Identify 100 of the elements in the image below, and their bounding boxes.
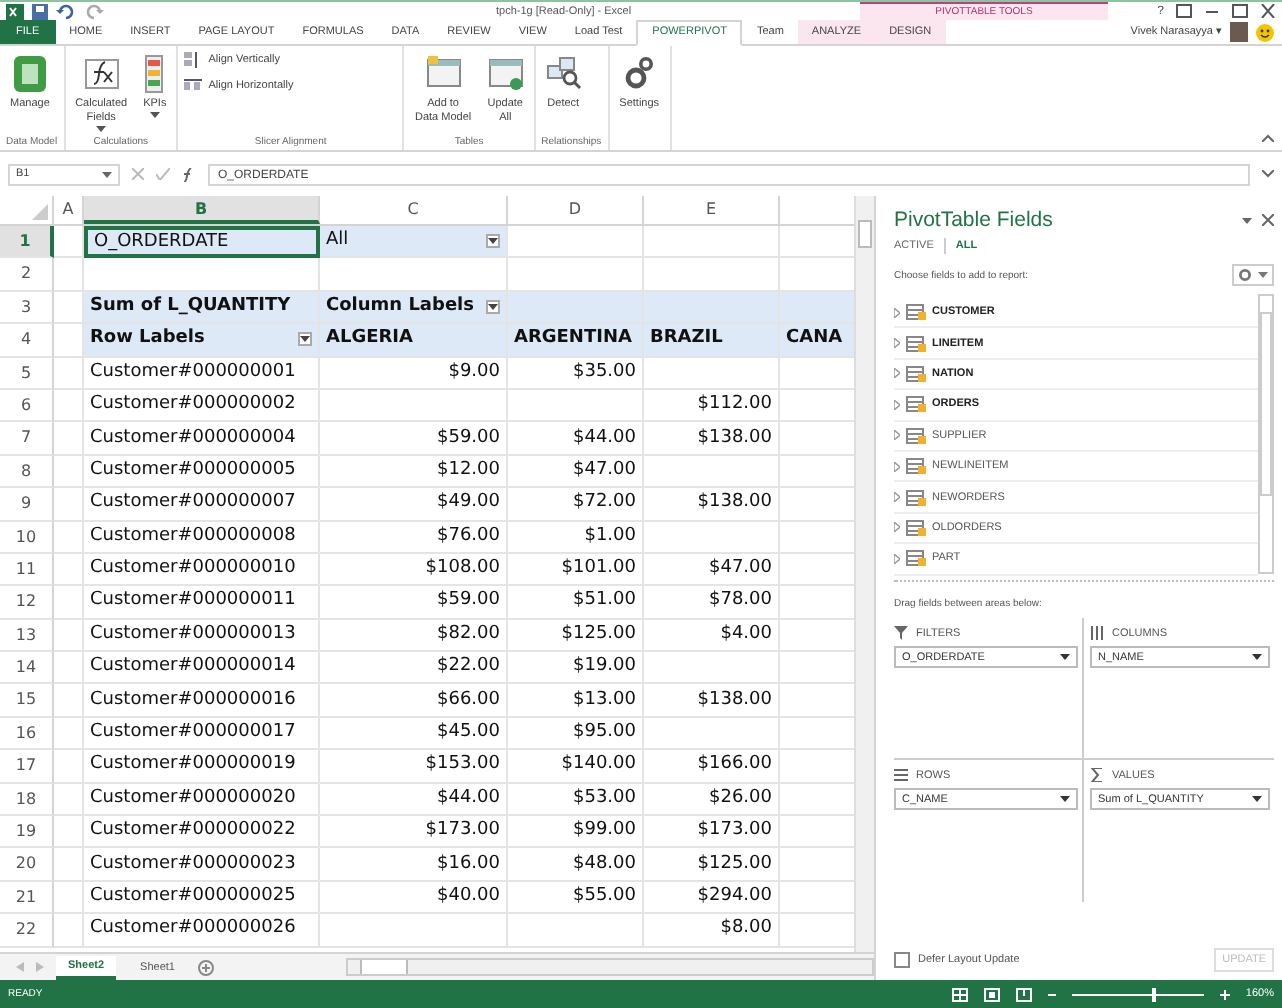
table-cell: $108.00 [320, 553, 508, 587]
tools-button[interactable] [1232, 264, 1274, 286]
row-header[interactable]: 16 [0, 717, 54, 751]
caret-icon [1060, 654, 1070, 660]
column-header[interactable]: D [508, 196, 644, 224]
table-cell: $125.00 [508, 619, 644, 653]
page-layout-icon[interactable] [983, 987, 1000, 1001]
table-cell: Customer#000000008 [84, 521, 320, 554]
empty-cell [644, 226, 780, 259]
row-header[interactable]: 14 [0, 652, 54, 685]
empty-cell [54, 881, 84, 915]
row-header[interactable]: 13 [0, 619, 54, 653]
row-header[interactable]: 15 [0, 684, 54, 718]
empty-cell [54, 488, 84, 522]
table-cell: $1.00 [508, 521, 644, 554]
close-icon[interactable] [1260, 4, 1276, 18]
collapse-ribbon-icon[interactable] [1262, 134, 1274, 142]
normal-view-icon[interactable] [951, 987, 968, 1001]
table-cell: $51.00 [508, 586, 644, 620]
expand-arrow-icon [894, 430, 900, 441]
gear-icon [1238, 268, 1252, 282]
column-header[interactable]: C [320, 196, 508, 224]
column-header[interactable]: E [644, 196, 780, 224]
save-icon[interactable] [32, 3, 48, 19]
table-cell: $44.00 [320, 783, 508, 817]
column-header[interactable]: B [84, 196, 320, 224]
table-cell: Customer#000000001 [84, 357, 320, 390]
undo-icon[interactable] [56, 3, 76, 19]
caret-icon[interactable] [1242, 217, 1252, 223]
table-cell: $19.00 [508, 652, 644, 685]
table-refresh-icon [487, 54, 524, 94]
row-header[interactable]: 22 [0, 914, 54, 948]
zoom-in-icon[interactable] [1219, 989, 1230, 999]
row-header[interactable]: 8 [0, 455, 54, 489]
table-cell: $66.00 [320, 684, 508, 718]
row-header[interactable]: 1 [0, 226, 54, 259]
table-cell: $47.00 [644, 553, 780, 587]
insert-function-button[interactable] [182, 167, 196, 181]
row-header[interactable]: 5 [0, 357, 54, 390]
slider-thumb[interactable] [1151, 987, 1156, 1001]
checkbox[interactable] [894, 952, 910, 968]
table-cell: Customer#000000020 [84, 783, 320, 817]
smiley-icon[interactable] [1256, 23, 1274, 41]
maximize-icon[interactable] [1232, 4, 1248, 18]
page-break-icon[interactable] [1015, 987, 1032, 1001]
row-header[interactable]: 19 [0, 816, 54, 849]
table-cell: Customer#000000016 [84, 684, 320, 718]
close-icon[interactable] [1262, 214, 1274, 226]
table-icon [906, 335, 926, 352]
empty-cell [644, 717, 780, 751]
check-icon[interactable] [156, 168, 170, 180]
row-header[interactable]: 7 [0, 422, 54, 456]
table-cell: $153.00 [320, 750, 508, 784]
align-vertical-icon [184, 52, 203, 68]
function-icon [182, 167, 196, 181]
table-cell: $4.00 [644, 619, 780, 653]
table-cell: Customer#000000002 [84, 389, 320, 423]
filter-dropdown-button[interactable] [486, 299, 500, 314]
row-header[interactable]: 20 [0, 848, 54, 882]
columns-icon [1090, 626, 1104, 640]
row-header[interactable]: 21 [0, 881, 54, 915]
empty-cell [508, 389, 644, 423]
ribbon-display-icon[interactable] [1176, 4, 1192, 18]
expand-arrow-icon [894, 368, 900, 379]
row-header[interactable]: 6 [0, 389, 54, 423]
expand-arrow-icon [894, 307, 900, 318]
table-cell: $78.00 [644, 586, 780, 620]
empty-cell [54, 357, 84, 390]
horizontal-scrollbar[interactable] [346, 958, 874, 976]
empty-cell [54, 816, 84, 849]
table-cell: $40.00 [320, 881, 508, 915]
row-header[interactable]: 18 [0, 783, 54, 817]
row-header[interactable]: 17 [0, 750, 54, 784]
empty-cell [54, 684, 84, 718]
empty-cell [508, 914, 644, 948]
table-cell: CANA [780, 324, 855, 358]
row-header[interactable]: 4 [0, 324, 54, 358]
expand-arrow-icon [894, 553, 900, 564]
filter-dropdown-button[interactable] [486, 234, 500, 249]
vertical-scrollbar[interactable] [1258, 294, 1274, 574]
filter-dropdown-button[interactable] [298, 332, 312, 347]
row-header[interactable]: 12 [0, 586, 54, 620]
table-cell: $45.00 [320, 717, 508, 751]
add-sheet-icon[interactable] [198, 959, 215, 975]
expand-icon[interactable] [1262, 170, 1274, 178]
table-cell: $49.00 [320, 488, 508, 522]
row-header[interactable]: 9 [0, 488, 54, 522]
expand-arrow-icon [894, 399, 900, 410]
table-cell: $59.00 [320, 422, 508, 456]
table-cell: Customer#000000010 [84, 553, 320, 587]
table-cell: $166.00 [644, 750, 780, 784]
row-header[interactable]: 3 [0, 291, 54, 325]
row-header[interactable]: 10 [0, 521, 54, 554]
table-cell: BRAZIL [644, 324, 780, 358]
table-cell: Customer#000000017 [84, 717, 320, 751]
row-header[interactable]: 2 [0, 258, 54, 292]
row-header[interactable]: 11 [0, 553, 54, 587]
table-cell: $48.00 [508, 848, 644, 882]
vertical-scrollbar[interactable] [854, 196, 874, 952]
sigma-icon [1090, 768, 1104, 782]
